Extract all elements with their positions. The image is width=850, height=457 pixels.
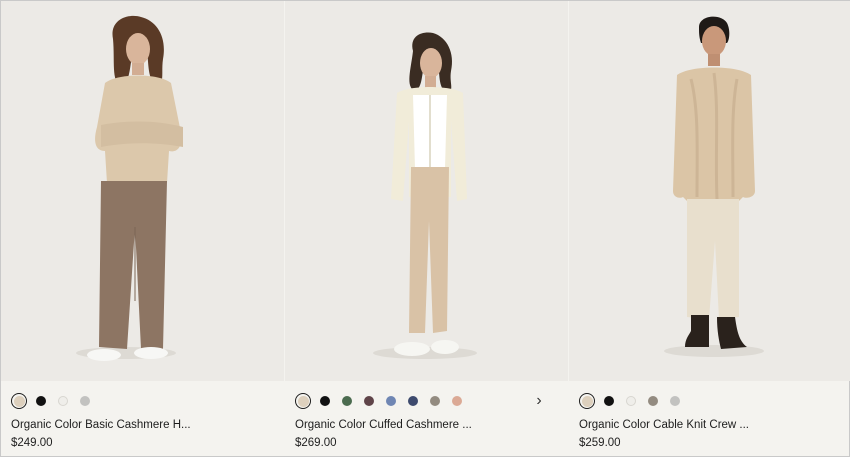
- product-image[interactable]: [1, 1, 284, 381]
- color-swatch[interactable]: [601, 393, 617, 409]
- model-photo-illustration: [1, 1, 284, 381]
- model-photo-illustration: [285, 1, 568, 381]
- color-swatch[interactable]: [33, 393, 49, 409]
- color-swatch[interactable]: [317, 393, 333, 409]
- color-swatch[interactable]: [405, 393, 421, 409]
- product-image[interactable]: [569, 1, 850, 381]
- color-swatch[interactable]: [623, 393, 639, 409]
- product-price: $249.00: [11, 437, 53, 449]
- product-price: $259.00: [579, 437, 621, 449]
- product-card: Organic Color Basic Cashmere H... $249.0…: [1, 1, 284, 456]
- color-swatch[interactable]: [667, 393, 683, 409]
- product-name[interactable]: Organic Color Cuffed Cashmere ...: [295, 419, 472, 431]
- color-swatch[interactable]: [427, 393, 443, 409]
- color-swatches: [579, 392, 683, 410]
- color-swatch[interactable]: [361, 393, 377, 409]
- color-swatch[interactable]: [579, 393, 595, 409]
- model-photo-illustration: [569, 1, 850, 381]
- color-swatch[interactable]: [55, 393, 71, 409]
- color-swatches: [11, 392, 93, 410]
- product-grid: Organic Color Basic Cashmere H... $249.0…: [1, 1, 850, 456]
- color-swatch[interactable]: [77, 393, 93, 409]
- product-name[interactable]: Organic Color Cable Knit Crew ...: [579, 419, 749, 431]
- color-swatch[interactable]: [383, 393, 399, 409]
- product-image[interactable]: [285, 1, 568, 381]
- color-swatch[interactable]: [645, 393, 661, 409]
- color-swatch[interactable]: [11, 393, 27, 409]
- product-card: › Organic Color Cuffed Cashmere ... $269…: [285, 1, 568, 456]
- color-swatches: [295, 392, 465, 410]
- product-name[interactable]: Organic Color Basic Cashmere H...: [11, 419, 191, 431]
- product-price: $269.00: [295, 437, 337, 449]
- color-swatch[interactable]: [339, 393, 355, 409]
- product-card: Organic Color Cable Knit Crew ... $259.0…: [569, 1, 850, 456]
- color-swatch[interactable]: [295, 393, 311, 409]
- color-swatch[interactable]: [449, 393, 465, 409]
- chevron-right-icon[interactable]: ›: [532, 392, 546, 410]
